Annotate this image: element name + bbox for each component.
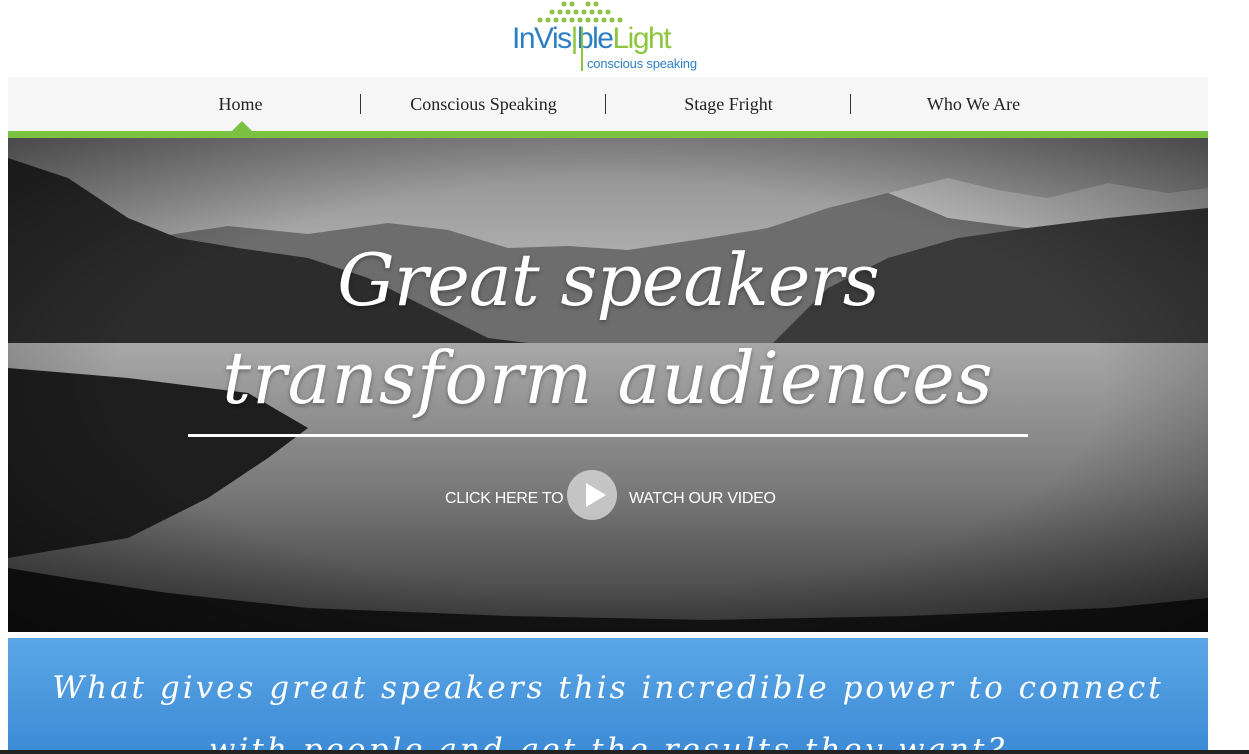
nav-item-who-we-are[interactable]: Who We Are [851, 77, 1096, 131]
active-nav-pointer [231, 121, 253, 132]
intro-question-line1: What gives great speakers this incredibl… [52, 670, 1164, 706]
logo-word-part3: Light [612, 22, 672, 55]
main-nav: Home Conscious Speaking Stage Fright Who… [8, 77, 1208, 131]
logo-dots-icon [537, 1, 623, 23]
cta-watch-video-text[interactable]: WATCH OUR VIDEO [629, 490, 776, 508]
window-bottom-edge [0, 750, 1249, 754]
hero-divider [188, 434, 1028, 437]
intro-band: What gives great speakers this incredibl… [8, 638, 1208, 754]
logo-wordmark: InVis|bleLight [512, 22, 672, 56]
logo-tagline: conscious speaking [587, 56, 697, 71]
hero-headline-line1: Great speakers [337, 238, 879, 322]
cta-click-here-text[interactable]: CLICK HERE TO [445, 490, 564, 508]
hero-headline-line2: transform audiences [222, 336, 994, 420]
logo-divider [581, 27, 583, 71]
play-icon[interactable] [567, 470, 617, 520]
nav-accent-bar [8, 131, 1208, 138]
hero-banner: Great speakers transform audiences CLICK… [8, 138, 1208, 632]
nav-item-conscious-speaking[interactable]: Conscious Speaking [361, 77, 606, 131]
nav-item-stage-fright[interactable]: Stage Fright [606, 77, 851, 131]
logo-word-part1: InVis [512, 22, 572, 55]
